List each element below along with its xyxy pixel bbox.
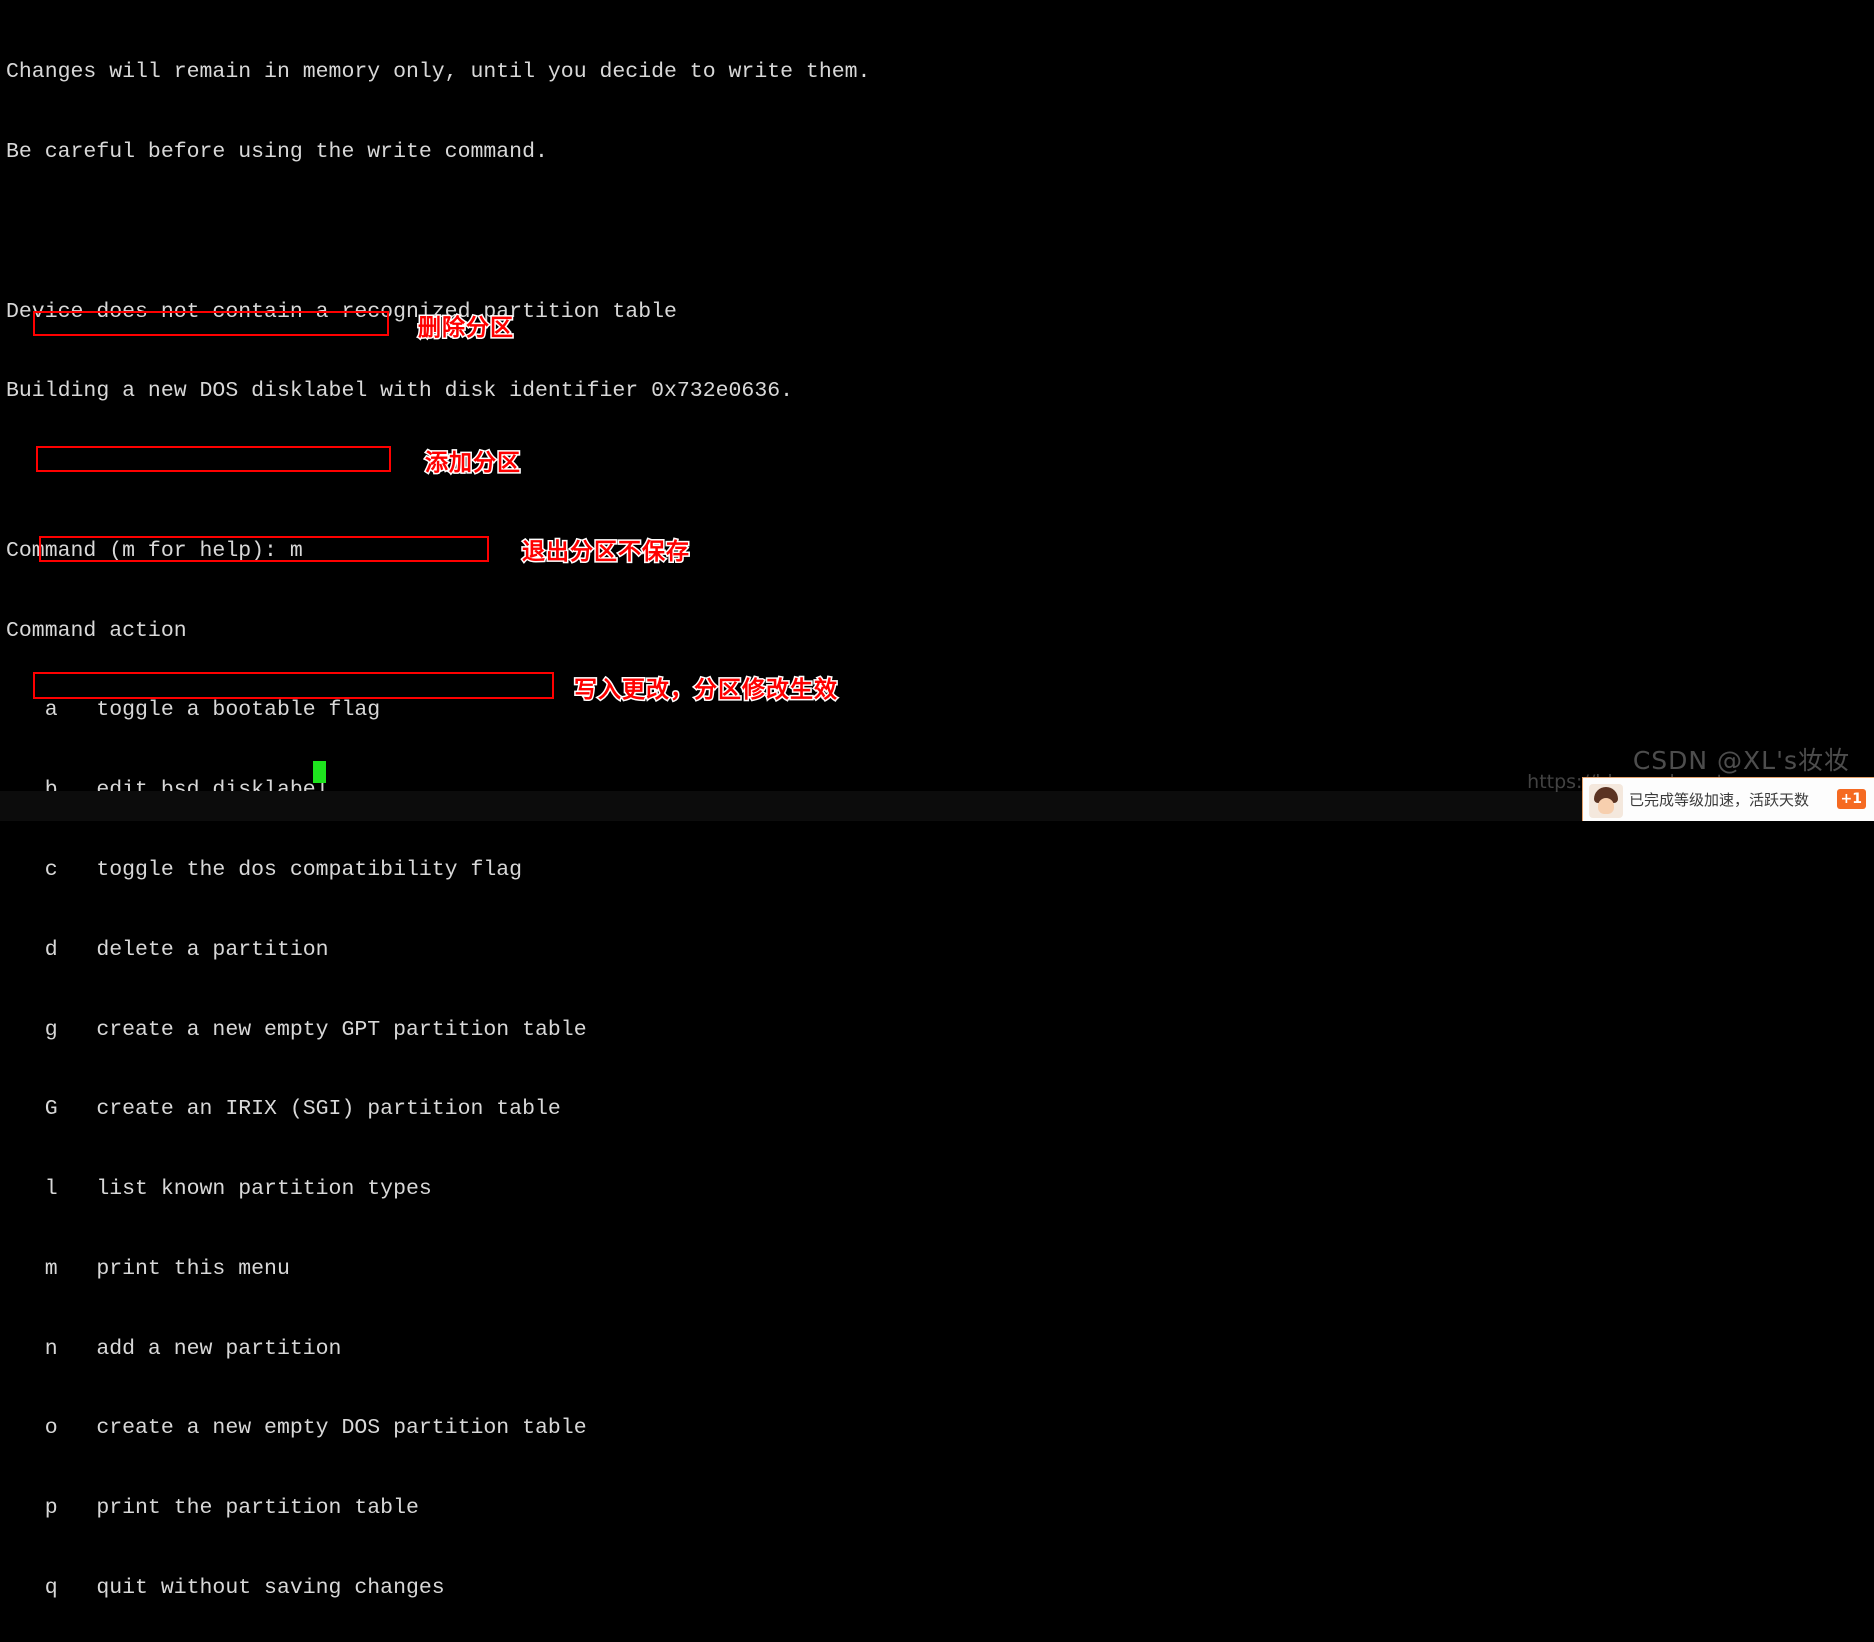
terminal-output[interactable]: Changes will remain in memory only, unti… <box>0 0 1874 1600</box>
terminal-line: Be careful before using the write comman… <box>6 139 548 164</box>
annotation-text: 删除分区 <box>417 314 515 343</box>
notification-badge: +1 <box>1836 789 1866 809</box>
terminal-line: Changes will remain in memory only, unti… <box>6 60 871 85</box>
terminal-window: Changes will remain in memory only, unti… <box>0 0 1874 1600</box>
menu-item-m: m print this menu <box>6 1256 290 1281</box>
menu-item-d: d delete a partition <box>6 937 329 962</box>
annotation-text: 写入更改，分区修改生效 <box>573 676 839 705</box>
terminal-line-disk-identifier: Building a new DOS disklabel with disk i… <box>6 379 794 404</box>
menu-item-a: a toggle a bootable flag <box>6 698 381 723</box>
avatar <box>1589 784 1623 818</box>
annotation-write-table: 写入更改，分区修改生效 <box>573 670 839 705</box>
menu-item-n: n add a new partition <box>6 1336 342 1361</box>
menu-item-G: G create an IRIX (SGI) partition table <box>6 1097 561 1122</box>
annotation-delete-partition: 删除分区 <box>417 308 515 343</box>
annotation-text: 退出分区不保存 <box>521 538 691 567</box>
notification-message: 已完成等级加速，活跃天数 <box>1629 791 1810 809</box>
menu-item-q: q quit without saving changes <box>6 1576 445 1601</box>
annotation-add-partition: 添加分区 <box>424 443 522 478</box>
terminal-line-command-action: Command action <box>6 618 187 643</box>
menu-item-o: o create a new empty DOS partition table <box>6 1416 587 1441</box>
annotation-text: 添加分区 <box>424 449 522 478</box>
terminal-cursor <box>313 761 326 783</box>
avatar-face <box>1598 798 1614 814</box>
terminal-line: Device does not contain a recognized par… <box>6 299 677 324</box>
menu-item-g: g create a new empty GPT partition table <box>6 1017 587 1042</box>
menu-item-l: l list known partition types <box>6 1177 432 1202</box>
annotation-quit-no-save: 退出分区不保存 <box>521 532 691 567</box>
notification-popup[interactable]: 已完成等级加速，活跃天数 +1 <box>1582 777 1874 821</box>
menu-item-p: p print the partition table <box>6 1496 419 1521</box>
terminal-line-prompt-m: Command (m for help): m <box>6 538 303 563</box>
menu-item-c: c toggle the dos compatibility flag <box>6 858 523 882</box>
